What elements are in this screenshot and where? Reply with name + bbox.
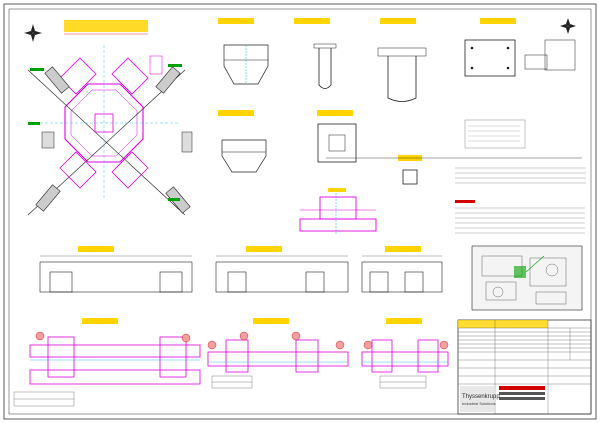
title-block: Thyssenkrupp Industrial Solutions <box>457 319 592 415</box>
revision-table <box>211 375 427 389</box>
drawing-sheet: Thyssenkrupp Industrial Solutions <box>0 0 600 423</box>
key-map <box>471 245 583 311</box>
central-section <box>299 188 377 235</box>
detail-views-row1 <box>218 18 576 102</box>
general-notes <box>455 200 585 234</box>
foundation-plan-view <box>27 20 193 216</box>
inner-border <box>8 8 592 415</box>
compass-rose-icon <box>24 24 42 42</box>
section-legend <box>13 391 75 407</box>
cad-drawing: Thyssenkrupp Industrial Solutions <box>3 3 597 420</box>
title-block-logo: Thyssenkrupp Industrial Solutions <box>460 386 500 412</box>
logo-line-1: Thyssenkrupp <box>462 394 500 400</box>
foundation-sections <box>29 318 449 385</box>
detail-views-row2 <box>218 110 586 185</box>
strip-plans <box>39 246 443 293</box>
compass-rose-icon-right <box>560 18 576 34</box>
logo-line-2: Industrial Solutions <box>462 401 496 406</box>
